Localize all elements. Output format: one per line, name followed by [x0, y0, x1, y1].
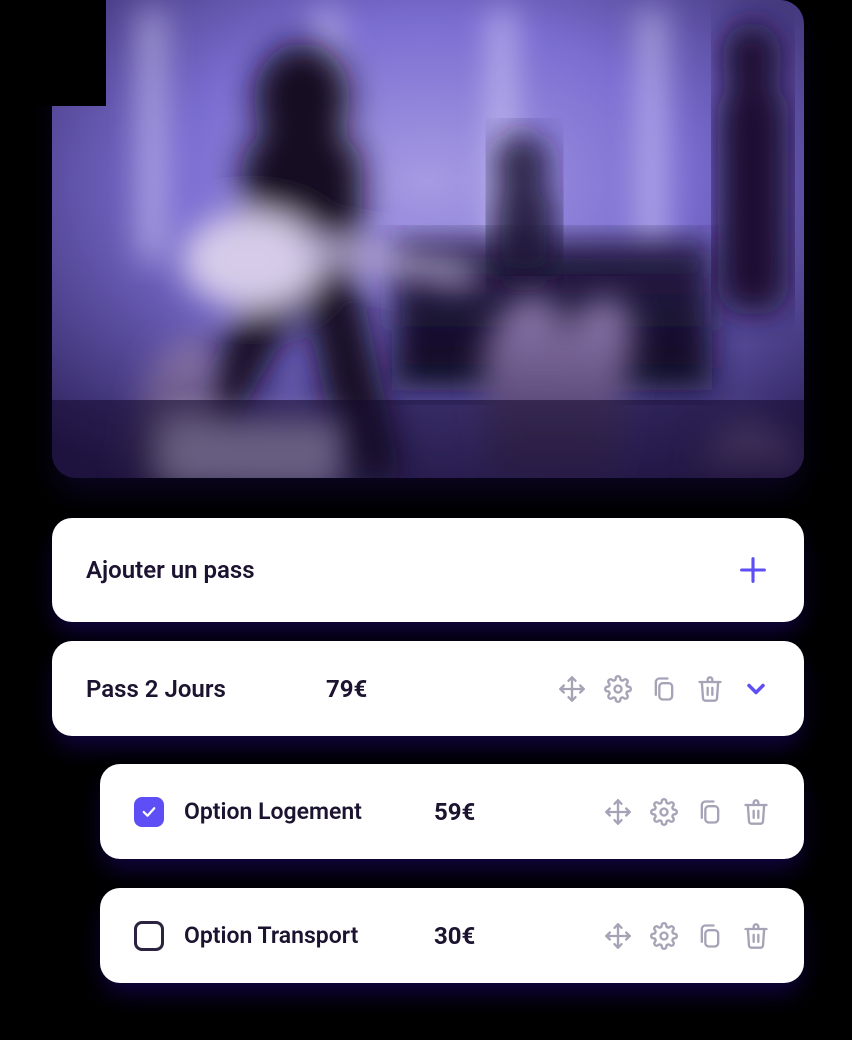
- copy-icon[interactable]: [696, 798, 724, 826]
- option-logement-price: 59€: [434, 798, 475, 826]
- trash-icon[interactable]: [742, 922, 770, 950]
- checkbox-checked[interactable]: [134, 797, 164, 827]
- corner-overlay: [0, 0, 106, 106]
- pass-price: 79€: [326, 675, 367, 703]
- option-row-logement: Option Logement 59€: [100, 764, 804, 859]
- gear-icon[interactable]: [650, 798, 678, 826]
- option-row-transport: Option Transport 30€: [100, 888, 804, 983]
- option-transport-price: 30€: [434, 922, 475, 950]
- trash-icon[interactable]: [742, 798, 770, 826]
- copy-icon[interactable]: [696, 922, 724, 950]
- gear-icon[interactable]: [604, 675, 632, 703]
- pass-row: Pass 2 Jours 79€: [52, 641, 804, 736]
- plus-icon[interactable]: [736, 553, 770, 587]
- hero-image: [52, 0, 804, 478]
- copy-icon[interactable]: [650, 675, 678, 703]
- add-pass-card[interactable]: Ajouter un pass: [52, 518, 804, 622]
- gear-icon[interactable]: [650, 922, 678, 950]
- pass-title: Pass 2 Jours: [86, 675, 326, 703]
- trash-icon[interactable]: [696, 675, 724, 703]
- move-icon[interactable]: [604, 922, 632, 950]
- chevron-down-icon[interactable]: [742, 675, 770, 703]
- move-icon[interactable]: [558, 675, 586, 703]
- move-icon[interactable]: [604, 798, 632, 826]
- checkbox-unchecked[interactable]: [134, 921, 164, 951]
- option-logement-label: Option Logement: [184, 798, 434, 825]
- add-pass-label: Ajouter un pass: [86, 556, 255, 584]
- option-transport-label: Option Transport: [184, 922, 434, 949]
